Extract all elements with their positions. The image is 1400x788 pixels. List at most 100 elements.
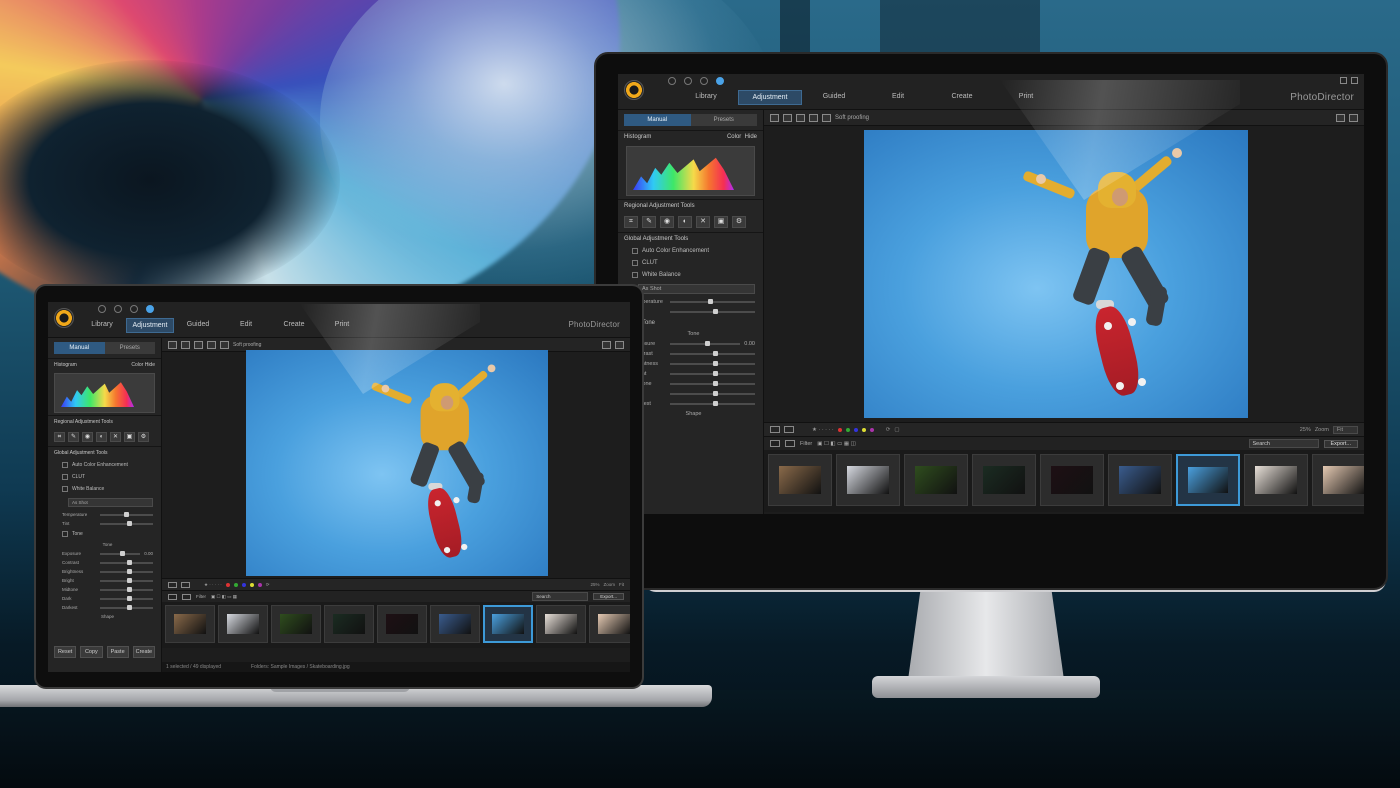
search-input[interactable]: Search (1248, 439, 1319, 448)
exposure-track[interactable] (100, 550, 141, 556)
filmstrip-thumbnail[interactable] (589, 605, 630, 643)
single-view-icon[interactable] (770, 113, 779, 122)
mode-manual-button[interactable]: Manual (624, 114, 691, 126)
white-balance-preset-select[interactable]: As Shot (638, 284, 755, 294)
color-label-red[interactable] (225, 582, 230, 587)
color-label-green[interactable] (233, 582, 238, 587)
contrast-track[interactable] (670, 351, 755, 356)
contrast-slider[interactable]: Contrast (48, 558, 161, 567)
filmstrip-thumbnail[interactable] (1040, 454, 1104, 506)
zoom-value[interactable]: 25% (1300, 427, 1311, 433)
zoom-tool-icon[interactable] (602, 340, 611, 349)
hand-tool-icon[interactable] (615, 340, 624, 349)
slider-thumb[interactable] (126, 604, 132, 610)
filmstrip-thumbnail[interactable] (483, 605, 533, 643)
filmstrip-thumbnail[interactable] (972, 454, 1036, 506)
brightness-track[interactable] (100, 568, 153, 574)
slider-thumb[interactable] (126, 568, 132, 574)
gradient-icon[interactable]: ◐ (678, 216, 692, 228)
dual-display-icon[interactable] (784, 426, 794, 433)
exposure-slider[interactable]: Exposure 0.00 (48, 549, 161, 558)
white-balance-preset-select[interactable]: As Shot (68, 498, 153, 507)
mode-presets-button[interactable]: Presets (690, 114, 757, 126)
account-icon[interactable] (1340, 77, 1347, 84)
filter-label[interactable]: Filter (800, 441, 812, 447)
crop-icon[interactable]: ⌗ (624, 216, 638, 228)
global-tools-header[interactable]: Global Adjustment Tools (48, 446, 161, 459)
back-icon[interactable] (98, 305, 106, 313)
slider-thumb[interactable] (712, 391, 718, 396)
tab-guided[interactable]: Guided (802, 90, 866, 105)
tab-adjustment[interactable]: Adjustment (738, 90, 802, 105)
filmstrip-thumbnail[interactable] (430, 605, 480, 643)
histogram-color-toggle[interactable]: Color (727, 134, 741, 140)
forward-icon[interactable] (684, 77, 692, 85)
photodirector-logo-icon[interactable] (624, 80, 644, 100)
tint-track[interactable] (670, 309, 755, 314)
export-button[interactable]: Export... (593, 593, 624, 600)
auto-color-enhancement-toggle[interactable]: Auto Color Enhancement (48, 459, 161, 471)
checkbox[interactable] (632, 272, 638, 278)
tab-edit[interactable]: Edit (866, 90, 930, 105)
slider-thumb[interactable] (126, 577, 132, 583)
tab-library[interactable]: Library (674, 90, 738, 105)
color-label-green[interactable] (845, 427, 850, 432)
histogram-color-toggle[interactable]: Color (131, 362, 143, 368)
slider-thumb[interactable] (708, 299, 714, 304)
dual-display-icon[interactable] (181, 581, 190, 588)
contrast-track[interactable] (100, 559, 153, 565)
checkbox[interactable] (62, 531, 68, 537)
gradient-icon[interactable]: ◐ (96, 432, 107, 442)
bright-track[interactable] (670, 371, 755, 376)
grid-view-icon[interactable] (194, 340, 203, 349)
tab-print[interactable]: Print (994, 90, 1058, 105)
brightness-slider[interactable]: Brightness (48, 567, 161, 576)
filmstrip-thumbnail[interactable] (1244, 454, 1308, 506)
mode-presets-button[interactable]: Presets (104, 342, 155, 354)
dark-slider[interactable]: Dark (48, 594, 161, 603)
slider-thumb[interactable] (712, 309, 718, 314)
before-after-icon[interactable] (207, 340, 216, 349)
reset-button[interactable]: Reset (54, 646, 77, 658)
color-label-blue[interactable] (241, 582, 246, 587)
grid-view-icon[interactable] (796, 113, 805, 122)
color-label-purple[interactable] (869, 427, 874, 432)
mode-manual-button[interactable]: Manual (54, 342, 105, 354)
filter-icons[interactable]: ▣ ☐ ◧ ▭ ▦ (211, 594, 237, 600)
tab-guided[interactable]: Guided (174, 318, 222, 333)
shape-section[interactable]: Shape (48, 612, 161, 621)
checkbox[interactable] (62, 486, 68, 492)
color-label-yellow[interactable] (861, 427, 866, 432)
color-label-purple[interactable] (257, 582, 262, 587)
search-input[interactable]: Search (532, 592, 589, 601)
darkest-slider[interactable]: Darkest (48, 603, 161, 612)
crop-icon[interactable]: ⌗ (54, 432, 65, 442)
thumb-view-icon[interactable] (182, 593, 191, 600)
list-view-icon[interactable] (168, 593, 177, 600)
tone-header[interactable]: Tone (48, 528, 161, 540)
back-icon[interactable] (668, 77, 676, 85)
hand-tool-icon[interactable] (1349, 113, 1358, 122)
filmstrip-thumbnail[interactable] (218, 605, 268, 643)
slider-thumb[interactable] (126, 595, 132, 601)
copy-button[interactable]: Copy (80, 646, 103, 658)
radial-filter-icon[interactable]: ▣ (714, 216, 728, 228)
midtone-track[interactable] (670, 381, 755, 386)
checkbox[interactable] (632, 260, 638, 266)
tab-adjustment[interactable]: Adjustment (126, 318, 174, 333)
compare-view-icon[interactable] (783, 113, 792, 122)
tab-create[interactable]: Create (270, 318, 318, 333)
single-display-icon[interactable] (770, 426, 780, 433)
tab-create[interactable]: Create (930, 90, 994, 105)
slider-thumb[interactable] (712, 401, 718, 406)
filmstrip-thumbnail[interactable] (165, 605, 215, 643)
temperature-slider[interactable]: Temperature (48, 510, 161, 519)
forward-icon[interactable] (114, 305, 122, 313)
dark-track[interactable] (670, 391, 755, 396)
list-view-icon[interactable] (770, 440, 780, 447)
filmstrip-thumbnail[interactable] (1108, 454, 1172, 506)
slider-thumb[interactable] (712, 361, 718, 366)
tab-library[interactable]: Library (78, 318, 126, 333)
spot-removal-icon[interactable]: ✕ (696, 216, 710, 228)
histogram-hide-toggle[interactable]: Hide (145, 362, 155, 368)
